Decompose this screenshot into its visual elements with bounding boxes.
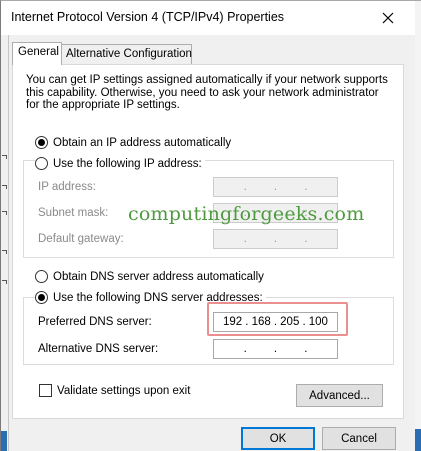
cancel-button[interactable]: Cancel xyxy=(322,427,396,450)
ok-button[interactable]: OK xyxy=(241,427,315,450)
checkbox-label: Validate settings upon exit xyxy=(57,384,191,397)
background-window-accent-left xyxy=(1,431,7,451)
alternative-dns-input[interactable]: ... xyxy=(213,339,338,359)
ip-address-input: ... xyxy=(213,177,338,197)
preferred-dns-label: Preferred DNS server: xyxy=(38,316,152,328)
radio-button-checked[interactable] xyxy=(35,136,48,149)
tab-general[interactable]: General xyxy=(12,42,62,65)
radio-button-checked[interactable] xyxy=(35,291,48,304)
intro-text: You can get IP settings assigned automat… xyxy=(26,74,388,111)
radio-obtain-dns-auto[interactable]: Obtain DNS server address automatically xyxy=(35,270,267,283)
title-bar[interactable]: Internet Protocol Version 4 (TCP/IPv4) P… xyxy=(1,1,421,35)
default-gateway-input: ... xyxy=(213,229,338,249)
alternative-dns-label: Alternative DNS server: xyxy=(38,343,159,355)
close-button[interactable] xyxy=(371,7,405,29)
watermark-text: computingforgeeks.com xyxy=(128,203,365,225)
radio-button[interactable] xyxy=(35,270,48,283)
background-window-edge-left xyxy=(1,35,9,451)
subnet-mask-label: Subnet mask: xyxy=(38,207,109,219)
dialog-window: Internet Protocol Version 4 (TCP/IPv4) P… xyxy=(0,0,421,451)
window-title: Internet Protocol Version 4 (TCP/IPv4) P… xyxy=(11,10,285,24)
tab-alternative-configuration[interactable]: Alternative Configuration xyxy=(61,44,192,65)
advanced-button[interactable]: Advanced... xyxy=(296,384,383,407)
validate-settings-checkbox[interactable]: Validate settings upon exit xyxy=(39,384,190,397)
radio-use-following-ip[interactable]: Use the following IP address: xyxy=(35,157,205,170)
ip-address-label: IP address: xyxy=(38,181,96,193)
background-window-accent-right xyxy=(415,429,421,451)
checkbox[interactable] xyxy=(39,384,52,397)
background-window-edge-right xyxy=(415,1,421,451)
radio-label: Obtain DNS server address automatically xyxy=(53,270,264,283)
highlight-box xyxy=(207,302,348,336)
radio-label: Use the following IP address: xyxy=(53,157,202,170)
radio-button[interactable] xyxy=(35,157,48,170)
general-tab-panel: You can get IP settings assigned automat… xyxy=(12,64,404,419)
radio-obtain-ip-auto[interactable]: Obtain an IP address automatically xyxy=(35,136,235,149)
default-gateway-label: Default gateway: xyxy=(38,233,124,245)
close-icon xyxy=(382,12,394,24)
radio-label: Obtain an IP address automatically xyxy=(53,136,232,149)
